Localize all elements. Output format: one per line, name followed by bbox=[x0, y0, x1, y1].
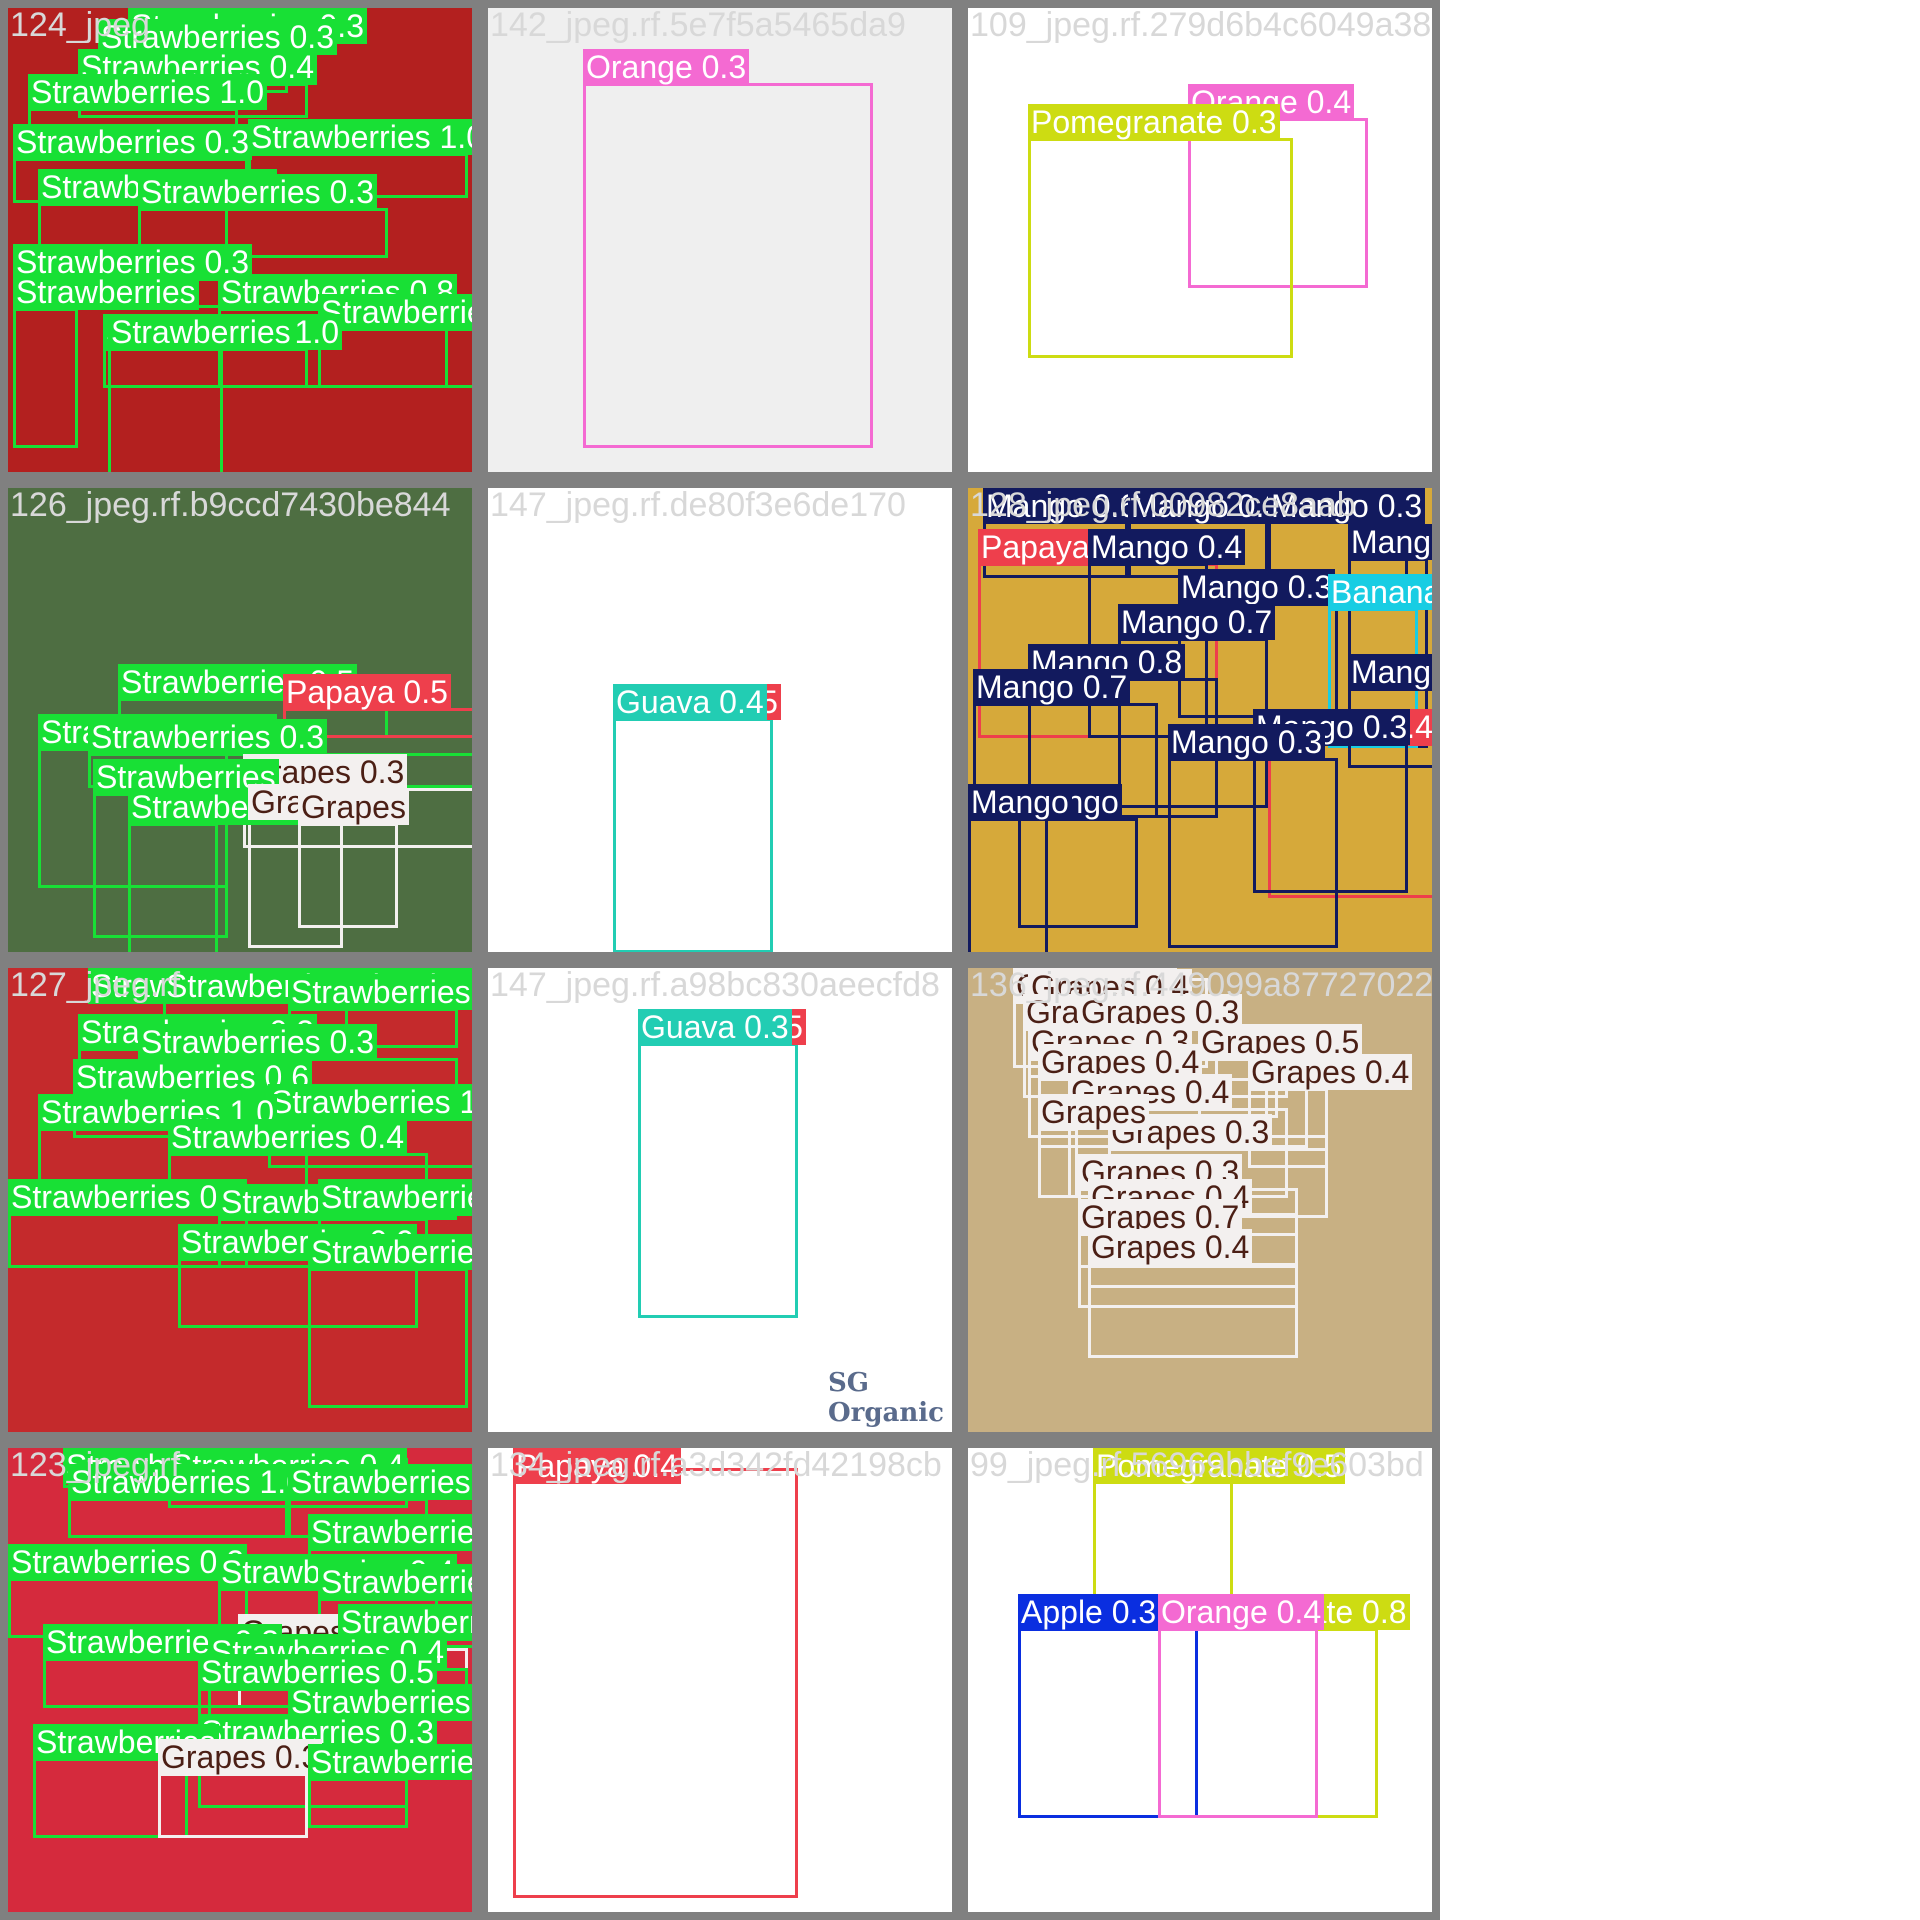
tile-filename: 136_jpeg.rf.449099a8772702212b88021 bbox=[970, 966, 1434, 1004]
tile-filename: 127_jpeg.rf bbox=[10, 966, 181, 1004]
detection-label: Strawberries 1.0 bbox=[268, 1084, 472, 1120]
detection-label: Mango 0.7 bbox=[973, 669, 1131, 705]
watermark-logo: SG Organic bbox=[828, 1368, 944, 1428]
detection-label: Mango bbox=[968, 784, 1072, 820]
detection-label: Pomegranate 0.3 bbox=[1028, 104, 1280, 140]
detection-label: Strawberries 0.3 bbox=[308, 1514, 472, 1550]
detection-label: Strawberries 0.8 bbox=[318, 1179, 472, 1215]
detection-label: Strawberries 1.0 bbox=[28, 74, 267, 110]
detection-label: Mango 0.8 bbox=[1348, 524, 1432, 560]
detection-label: Grapes 0.3 bbox=[158, 1739, 323, 1775]
detection-label: Mango 0.3 bbox=[1178, 569, 1336, 605]
detection-label: Strawberries 0.3 bbox=[138, 174, 377, 210]
image-tile: 147_jpeg.rf.a98bc830aeecfd8Papaya 0.5Gua… bbox=[480, 960, 960, 1440]
detection-box bbox=[298, 823, 398, 928]
detection-label: Strawberries 1.0 bbox=[288, 1464, 472, 1500]
detection-box bbox=[308, 1268, 468, 1408]
detection-box bbox=[318, 328, 472, 388]
detection-label: Strawberries 0.4 bbox=[168, 1119, 407, 1155]
image-tile: 134_jpeg.rf.a3d342fd42198cb Papaya 0.4 bbox=[480, 1440, 960, 1920]
detection-label: Banana 0.4 bbox=[1328, 574, 1432, 610]
image-tile: 127_jpeg.rf Strawberries 0.3 Strawberries … bbox=[0, 960, 480, 1440]
tile-filename: 134_jpeg.rf.a3d342fd42198cb bbox=[490, 1446, 942, 1484]
detection-label: Grapes bbox=[1038, 1094, 1149, 1130]
detection-label: Strawberries 0.3 bbox=[88, 719, 327, 755]
tile-filename: 147_jpeg.rf.a98bc830aeecfd8 bbox=[490, 966, 940, 1004]
detection-label: Mango 0.5 bbox=[1348, 654, 1432, 690]
detection-label: Strawberries bbox=[13, 274, 199, 310]
tile-filename: 109_jpeg.rf.279d6b4c6049a382c0e2de02a7e7 bbox=[970, 6, 1432, 44]
detection-label: Grapes 0.4 bbox=[1248, 1054, 1413, 1090]
tile-filename: 147_jpeg.rf.de80f3e6de170 bbox=[490, 486, 906, 524]
detection-label: Strawberries bbox=[108, 314, 294, 350]
detection-label: Mango 0.7 bbox=[1118, 604, 1276, 640]
detection-label: Strawberries bbox=[308, 1234, 472, 1270]
tile-filename: 142_jpeg.rf.5e7f5a5465da9 bbox=[490, 6, 906, 44]
detection-label: Strawberries 0.3 bbox=[13, 124, 252, 160]
detection-box bbox=[1038, 1128, 1078, 1198]
detection-label: Strawberries 0.30 bbox=[288, 974, 472, 1010]
detection-box bbox=[128, 823, 218, 952]
image-tile: 123_jpeg.rfStrawberries 0.5Strawberries … bbox=[0, 1440, 480, 1920]
detection-box bbox=[1168, 758, 1338, 948]
detection-box bbox=[308, 1778, 408, 1828]
detection-box bbox=[583, 83, 873, 448]
detection-label: Guava 0.4 bbox=[613, 684, 767, 720]
detection-box bbox=[68, 1498, 288, 1538]
image-tile: 124_jpeg Strawberries 0.3 Strawberries 0.3… bbox=[0, 0, 480, 480]
image-tile: 136_jpeg.rf.449099a8772702212b88021 Grape… bbox=[960, 960, 1440, 1440]
tile-filename: 99_jpeg.rf.56969bbef9e603bd bbox=[970, 1446, 1424, 1484]
detection-label: Grapes bbox=[298, 789, 409, 825]
detection-box bbox=[1158, 1628, 1318, 1818]
detection-box bbox=[613, 718, 773, 952]
image-tile: 109_jpeg.rf.279d6b4c6049a382c0e2de02a7e7… bbox=[960, 0, 1440, 480]
detection-box bbox=[158, 1773, 308, 1838]
detection-label: Grapes 0.4 bbox=[1088, 1229, 1253, 1265]
detection-label: Strawberries 1.0 bbox=[318, 1564, 472, 1600]
detection-box bbox=[1088, 1263, 1298, 1358]
detection-label: Orange 0.4 bbox=[1158, 1594, 1325, 1630]
detection-label: Mango 0.3 bbox=[1168, 724, 1326, 760]
detection-label: Orange 0.3 bbox=[583, 49, 750, 85]
detection-label: Strawberries 0.2 bbox=[8, 1544, 247, 1580]
image-tile: 128_jpeg.rf.00982ce8aab Mango 0.6 Mango 0.… bbox=[960, 480, 1440, 960]
detection-box bbox=[1093, 1473, 1233, 1613]
detection-label: Apple 0.3 bbox=[1018, 1594, 1160, 1630]
detection-box bbox=[1028, 138, 1293, 358]
detection-box bbox=[108, 348, 223, 472]
image-tile: 126_jpeg.rf.b9ccd7430be844 Strawberries 0… bbox=[0, 480, 480, 960]
image-tile: 99_jpeg.rf.56969bbef9e603bdOrange 0.3Pom… bbox=[960, 1440, 1440, 1920]
detection-label: Strawberries 1.0 bbox=[248, 119, 472, 155]
detection-mosaic: 124_jpeg Strawberries 0.3 Strawberries 0.3… bbox=[0, 0, 1920, 1920]
detection-label: Strawberries 0.3 bbox=[138, 1024, 377, 1060]
detection-label: Guava 0.3 bbox=[638, 1009, 792, 1045]
image-tile: 147_jpeg.rf.de80f3e6de170Papaya 0.5Guava… bbox=[480, 480, 960, 960]
detection-box bbox=[968, 818, 1048, 952]
image-tile: 142_jpeg.rf.5e7f5a5465da9 Orange 0.3 bbox=[480, 0, 960, 480]
tile-filename: 126_jpeg.rf.b9ccd7430be844 bbox=[10, 486, 451, 524]
detection-box bbox=[638, 1043, 798, 1318]
tile-filename: 124_jpeg bbox=[10, 6, 150, 44]
detection-label: Strawberries 0.8 bbox=[318, 294, 472, 330]
tile-filename: 123_jpeg.rf bbox=[10, 1446, 181, 1484]
detection-box bbox=[13, 308, 78, 448]
detection-box bbox=[513, 1468, 798, 1898]
detection-label: Strawberries 0.4 bbox=[308, 1744, 472, 1780]
detection-label: Papaya 0.5 bbox=[283, 674, 451, 710]
detection-label: Mango 0.4 bbox=[1088, 529, 1246, 565]
detection-label: Strawberries 0.8 bbox=[8, 1179, 247, 1215]
tile-filename: 128_jpeg.rf.00982ce8aab bbox=[970, 486, 1356, 524]
